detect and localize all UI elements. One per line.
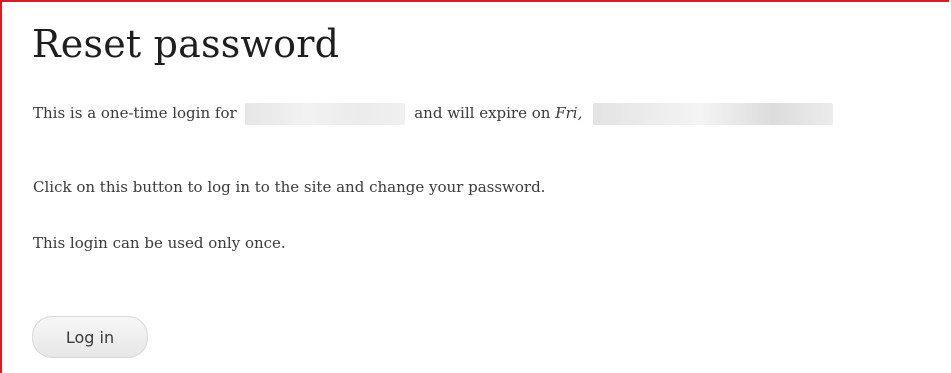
login-notice-prefix: This is a one-time login for (33, 104, 237, 122)
single-use-notice: This login can be used only once. (33, 234, 286, 252)
one-time-login-notice: This is a one-time login for and will ex… (33, 103, 834, 125)
instruction-text: Click on this button to log in to the si… (33, 178, 546, 196)
page-title: Reset password (32, 22, 340, 66)
expire-day: Fri, (555, 104, 583, 122)
login-notice-middle: and will expire on (414, 104, 551, 122)
redacted-username (245, 103, 406, 125)
log-in-button[interactable]: Log in (32, 316, 148, 358)
page-frame: Reset password This is a one-time login … (0, 0, 949, 373)
redacted-expire-date (593, 103, 834, 125)
